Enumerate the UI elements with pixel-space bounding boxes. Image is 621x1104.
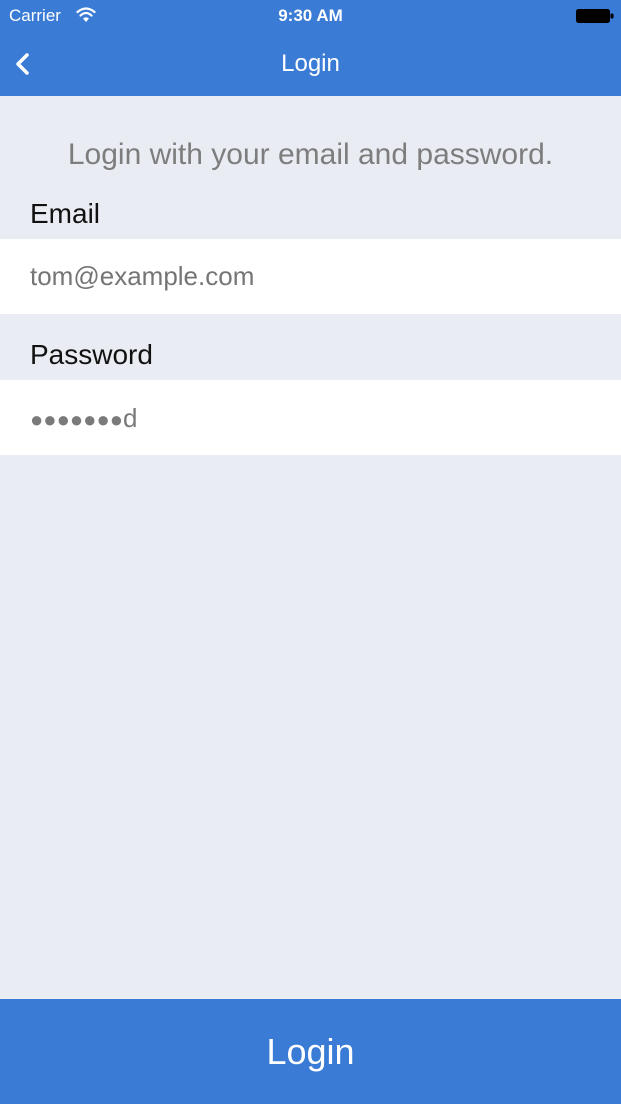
password-field[interactable]: ●●●●●●●d [30,380,138,455]
email-label: Email [30,198,101,229]
login-button[interactable]: Login [0,999,621,1104]
status-bar: Carrier 9:30 AM [0,0,621,32]
status-time: 9:30 AM [278,6,343,25]
app-header: Carrier 9:30 AM Login [0,0,621,96]
nav-bar: Login [0,32,621,96]
chevron-left-icon [16,53,29,75]
login-screen: Carrier 9:30 AM Login Login with your em… [0,0,621,1104]
email-row [0,239,621,314]
page-title: Login [281,50,340,77]
battery-icon [576,9,614,23]
password-mask: ●●●●●●● [30,407,124,432]
intro-text: Login with your email and password. [67,138,554,171]
back-button[interactable] [8,48,40,80]
password-row[interactable]: ●●●●●●●d [0,380,621,455]
email-field[interactable] [30,239,590,314]
password-label: Password [30,339,153,370]
password-last-char: d [123,403,138,433]
